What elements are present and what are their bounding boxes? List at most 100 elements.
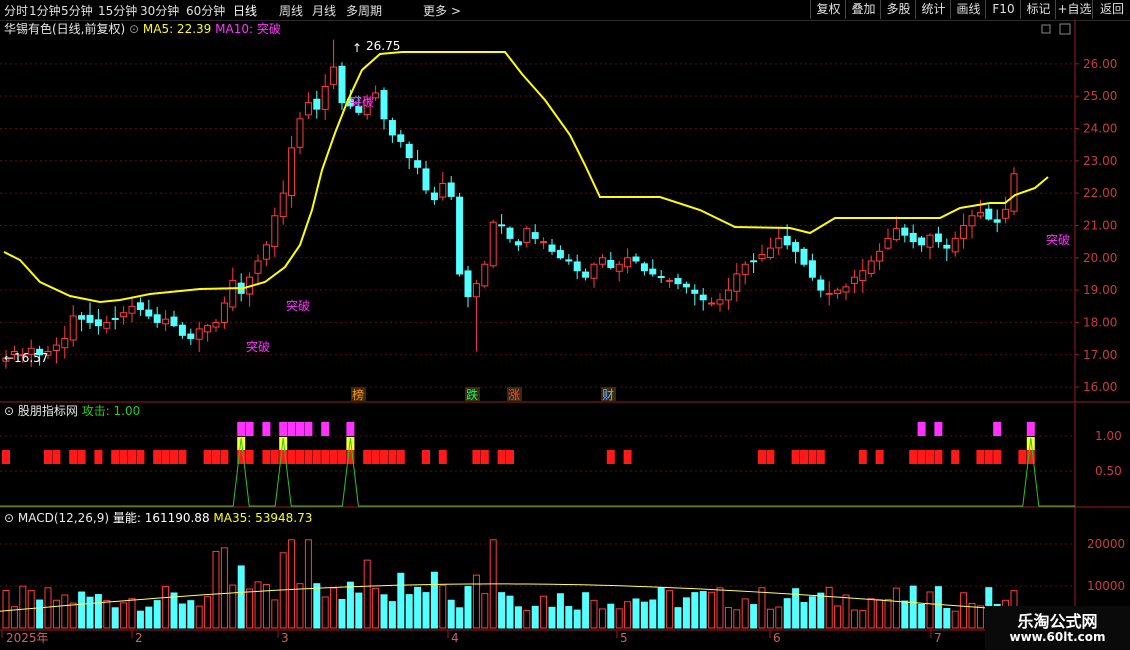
candle-body: [758, 254, 766, 259]
signal-square-magenta: [321, 422, 330, 436]
toolbar-button[interactable]: +自选: [1055, 0, 1093, 19]
date-tick-label: 6: [773, 631, 781, 645]
toolbar-item[interactable]: 1分钟: [29, 2, 61, 19]
toolbar-item[interactable]: 周线: [279, 2, 303, 19]
candle-body: [86, 314, 94, 323]
candle-body: [279, 192, 287, 217]
toolbar-button[interactable]: 返回: [1092, 0, 1130, 19]
toolbar-item[interactable]: 分时: [4, 2, 28, 19]
candle-body: [187, 333, 195, 340]
signal-square-red: [926, 450, 934, 464]
toolbar-item[interactable]: 30分钟: [140, 2, 179, 19]
volume-bar: [447, 599, 455, 629]
signal-square-red: [212, 450, 220, 464]
price-tick-label: 22.00: [1083, 186, 1117, 200]
toolbar-button[interactable]: 标记: [1020, 0, 1056, 19]
signal-square-red: [472, 450, 481, 464]
signal-square-red: [312, 450, 321, 464]
volume-bar: [388, 601, 396, 629]
candle-body: [229, 279, 237, 308]
toolbar-item[interactable]: 更多 >: [423, 2, 461, 19]
volume-bar: [649, 599, 657, 629]
toolbar-item[interactable]: 15分钟: [98, 2, 137, 19]
volume-bar: [439, 584, 447, 629]
candle-body: [330, 66, 338, 85]
volume-bar: [884, 598, 892, 629]
price-tick-label: 21.00: [1083, 218, 1117, 232]
candle-body: [136, 302, 144, 310]
candle-body: [615, 263, 623, 272]
candle-body: [288, 147, 296, 197]
volume-bar: [355, 592, 363, 629]
candle-body: [892, 228, 900, 241]
toolbar-button[interactable]: 统计: [915, 0, 951, 19]
candle-body: [212, 321, 220, 328]
candle-body: [960, 224, 968, 239]
candle-body: [439, 182, 447, 198]
toolbar-item[interactable]: 月线: [312, 2, 336, 19]
volume-bar: [716, 587, 724, 629]
candle-body: [388, 120, 396, 136]
signal-square-magenta: [287, 422, 296, 436]
date-tick-label: 5: [620, 631, 628, 645]
toolbar-button[interactable]: 多股: [880, 0, 916, 19]
candle-body: [775, 237, 783, 249]
signal-square-red: [808, 450, 817, 464]
volume-bar: [330, 587, 338, 629]
date-tick-label: 3: [281, 631, 289, 645]
signal-square-red: [875, 450, 884, 464]
volume-bar: [313, 583, 321, 629]
signal-square-red: [858, 450, 867, 464]
volume-bar: [212, 550, 220, 629]
toolbar-button[interactable]: 复权: [810, 0, 846, 19]
candle-body: [573, 261, 581, 272]
signal-square-red: [606, 450, 615, 464]
toolbar-button[interactable]: 叠加: [845, 0, 881, 19]
candle-body: [220, 302, 228, 323]
candle-body: [808, 260, 816, 278]
volume-bar: [624, 601, 632, 629]
volume-bar: [741, 598, 749, 629]
signal-square-red: [816, 450, 825, 464]
toolbar-item[interactable]: 多周期: [346, 2, 382, 19]
signal-square-red: [329, 450, 338, 464]
candle-body: [204, 325, 212, 333]
volume-bar: [708, 591, 716, 629]
volume-bar: [86, 596, 94, 629]
volume-bar: [69, 602, 77, 629]
toolbar-item[interactable]: 日线: [233, 2, 257, 19]
volume-bar: [918, 603, 926, 629]
volume-bar: [304, 539, 312, 629]
signal-square-red: [153, 450, 162, 464]
signal-square-red: [791, 450, 800, 464]
toolbar-button[interactable]: F10: [985, 0, 1021, 19]
event-label: 财: [602, 388, 614, 402]
candle-body: [489, 221, 497, 267]
volume-bar: [548, 606, 556, 629]
signal-square-magenta: [993, 422, 1002, 436]
signal-square-red: [984, 450, 993, 464]
volume-bar: [565, 606, 573, 629]
toolbar-item[interactable]: 5分钟: [61, 2, 93, 19]
signal-square-magenta: [304, 422, 313, 436]
candle-body: [918, 237, 926, 246]
signal-square-magenta: [262, 422, 271, 436]
signal-square-red: [170, 450, 178, 464]
volume-bar: [220, 547, 228, 629]
signal-square-red: [388, 450, 397, 464]
main-header: 华锡有色(日线,前复权) ⊙ MA5: 22.39 MA10: 突破: [4, 21, 281, 36]
event-label: 涨: [508, 387, 520, 402]
volume-bar: [750, 604, 758, 629]
candle-body: [254, 260, 262, 274]
candle-body: [724, 289, 732, 301]
price-tick-label: 20.00: [1083, 251, 1117, 265]
toolbar-item[interactable]: 60分钟: [186, 2, 225, 19]
volume-bar: [632, 598, 640, 629]
candle-body: [262, 244, 270, 260]
toolbar-button[interactable]: 画线: [950, 0, 986, 19]
volume-bar: [859, 609, 867, 629]
volume-tick-label: 20000: [1087, 537, 1125, 551]
volume-bar: [867, 598, 875, 629]
candle-body: [792, 242, 800, 252]
volume-bar: [800, 602, 808, 629]
